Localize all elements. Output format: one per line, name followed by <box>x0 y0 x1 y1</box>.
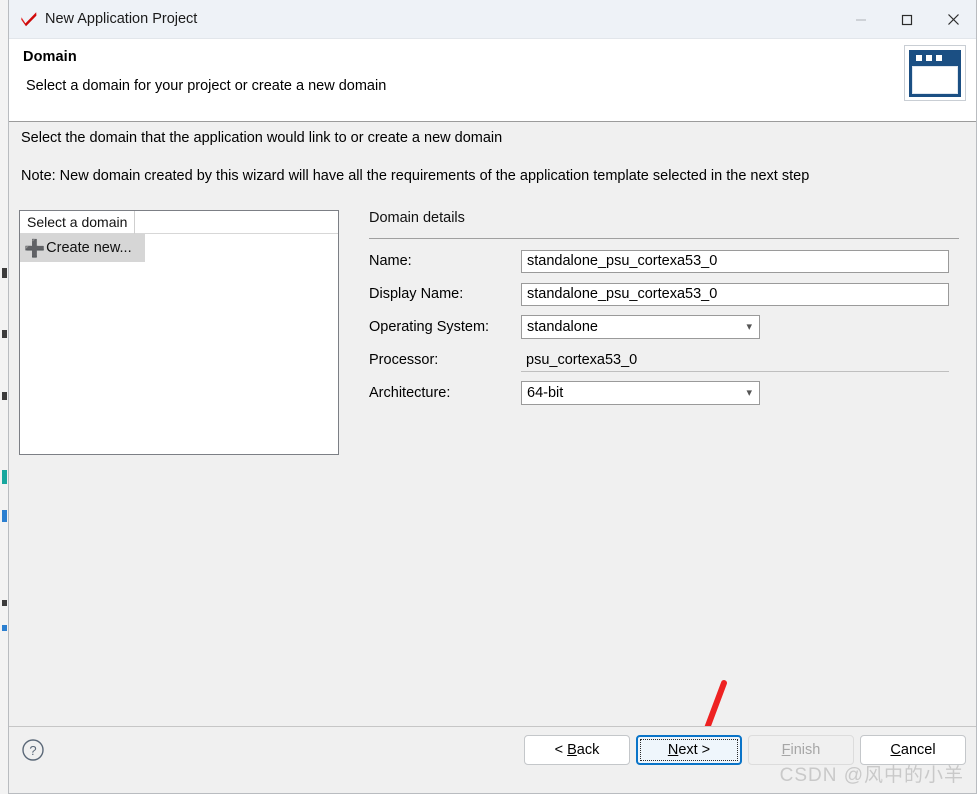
details-separator <box>369 238 959 239</box>
display-name-input[interactable] <box>521 282 949 306</box>
next-suffix: ext > <box>678 742 711 758</box>
page-description: Select a domain for your project or crea… <box>26 78 387 94</box>
operating-system-select[interactable]: standalone ▾ <box>521 315 760 339</box>
close-button[interactable] <box>930 0 976 39</box>
architecture-label: Architecture: <box>369 385 451 401</box>
domain-details-panel: Domain details Name: Display Name: Opera… <box>369 210 959 405</box>
cancel-mnemonic: C <box>890 742 901 758</box>
display-name-label: Display Name: <box>369 286 464 302</box>
minimize-button[interactable] <box>838 0 884 39</box>
help-icon[interactable]: ? <box>21 738 45 767</box>
svg-text:?: ? <box>29 743 36 758</box>
name-label: Name: <box>369 253 412 269</box>
list-item-label: Create new... <box>46 240 132 256</box>
window-title: New Application Project <box>45 11 198 27</box>
wizard-content: Select the domain that the application w… <box>9 122 976 789</box>
wizard-window-icon <box>904 45 966 101</box>
list-item-create-new[interactable]: ➕ Create new... <box>20 234 145 262</box>
architecture-select[interactable]: 64-bit ▾ <box>521 381 760 405</box>
form-row-operating-system: Operating System: standalone ▾ <box>369 315 959 339</box>
operating-system-value: standalone <box>527 319 598 335</box>
finish-button: Finish <box>748 735 854 765</box>
page-title: Domain <box>23 49 77 65</box>
domain-list-header: Select a domain <box>20 210 338 234</box>
wizard-navigation-buttons: < Back Next > Finish Cancel <box>524 735 966 765</box>
vitis-checkmark-icon <box>15 9 43 29</box>
architecture-value: 64-bit <box>527 385 564 401</box>
next-mnemonic: N <box>667 742 679 758</box>
chevron-down-icon: ▾ <box>746 387 752 399</box>
form-row-name: Name: <box>369 249 959 273</box>
next-button[interactable]: Next > <box>636 735 742 765</box>
processor-label: Processor: <box>369 352 439 368</box>
finish-mnemonic: F <box>781 742 791 758</box>
finish-suffix: inish <box>790 742 821 758</box>
domain-list[interactable]: Select a domain ➕ Create new... <box>19 210 339 455</box>
processor-value: psu_cortexa53_0 <box>521 348 949 372</box>
domain-list-column-header: Select a domain <box>20 210 136 234</box>
form-row-display-name: Display Name: <box>369 282 959 306</box>
dialog-button-bar: ? < Back Next > Finish Cancel CSDN @风中的小… <box>9 726 976 793</box>
instruction-primary: Select the domain that the application w… <box>21 130 503 146</box>
wizard-header: Domain Select a domain for your project … <box>9 39 976 122</box>
cancel-suffix: ancel <box>900 742 936 758</box>
chevron-down-icon: ▾ <box>746 321 752 333</box>
back-suffix: ack <box>576 742 600 758</box>
window-controls <box>838 0 976 39</box>
form-row-processor: Processor: psu_cortexa53_0 <box>369 348 959 372</box>
cancel-button[interactable]: Cancel <box>860 735 966 765</box>
instruction-note: Note: New domain created by this wizard … <box>21 168 810 184</box>
new-application-project-dialog: New Application Project Domain Select a … <box>8 0 977 794</box>
title-bar: New Application Project <box>9 0 976 39</box>
form-row-architecture: Architecture: 64-bit ▾ <box>369 381 959 405</box>
back-mnemonic: B <box>567 742 577 758</box>
back-button[interactable]: < Back <box>524 735 630 765</box>
back-prefix: < <box>554 742 568 758</box>
details-section-title: Domain details <box>369 210 465 226</box>
operating-system-label: Operating System: <box>369 319 490 335</box>
plus-icon: ➕ <box>24 238 46 258</box>
name-input[interactable] <box>521 249 949 273</box>
maximize-button[interactable] <box>884 0 930 39</box>
